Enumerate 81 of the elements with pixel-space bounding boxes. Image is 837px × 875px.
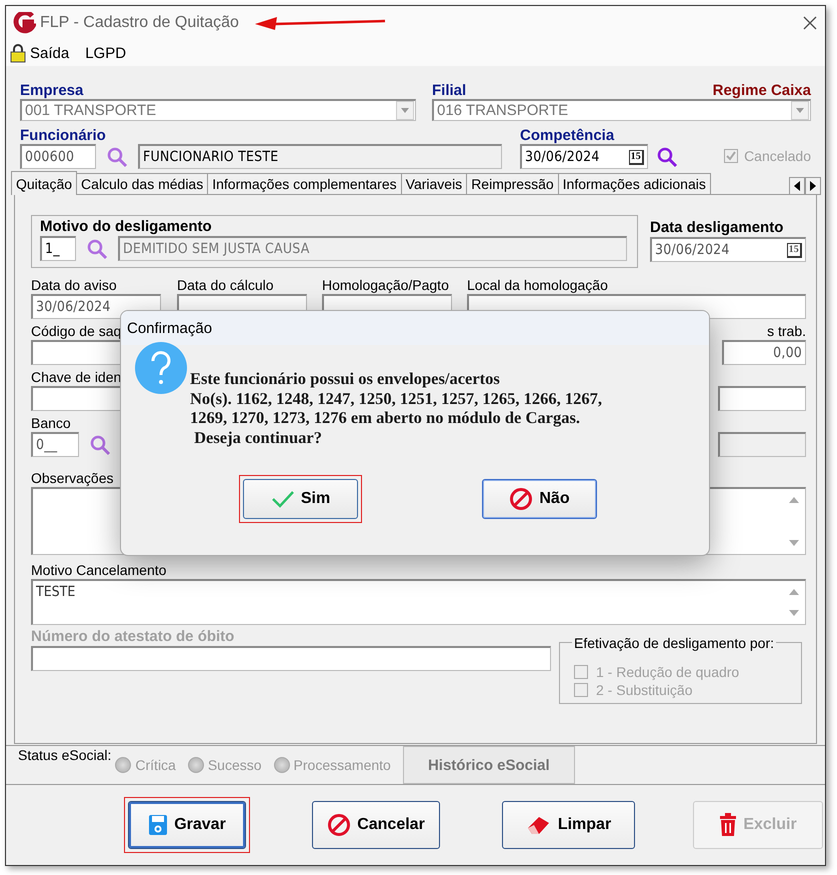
reason-code-field[interactable]: 1_ <box>40 236 76 261</box>
history-button[interactable]: Histórico eSocial <box>402 746 575 784</box>
date-field[interactable]: 30/06/2024 15 <box>650 237 806 262</box>
field-label: Funcionário <box>20 127 107 144</box>
field-label: Data do cálculo <box>177 276 274 294</box>
scroll-down-icon[interactable] <box>788 539 800 547</box>
field-label: Homologação/Pagto <box>322 276 449 294</box>
search-icon[interactable] <box>106 146 128 168</box>
padlock-icon <box>10 43 26 63</box>
caret-icon[interactable] <box>795 108 805 114</box>
field-label: Observações <box>31 469 114 487</box>
clear-button[interactable]: Limpar <box>502 801 635 849</box>
message-text: No(s). 1162, 1248, 1247, 1250, 1251, 1257, 1265, 1266, 1267, <box>190 388 602 408</box>
employee-code-field[interactable]: 000600 <box>20 144 96 169</box>
checkmark-icon <box>270 489 295 509</box>
trash-icon <box>719 813 738 837</box>
radio-label: Crítica <box>135 757 176 773</box>
arrow-right-icon[interactable] <box>810 181 816 191</box>
search-icon[interactable] <box>86 238 108 260</box>
radio-button[interactable] <box>115 757 132 773</box>
field-label: Motivo do desligamento <box>40 218 212 235</box>
radio-label: Processamento <box>294 757 391 773</box>
message-text: Deseja continuar? <box>193 428 323 447</box>
field-label: s trab. <box>767 322 806 340</box>
field-label: Data do aviso <box>31 276 117 294</box>
close-icon[interactable] <box>803 16 817 30</box>
amount-field[interactable]: 0,00 <box>722 340 806 365</box>
menu-item[interactable]: Saída <box>10 43 70 63</box>
text-field[interactable] <box>718 386 806 411</box>
date-field[interactable]: 30/06/2024 <box>31 294 161 319</box>
field-label: Empresa <box>20 82 84 99</box>
save-button[interactable]: Gravar <box>128 801 246 849</box>
dialog-title: Confirmação <box>127 320 212 336</box>
regime-label: Regime Caixa <box>712 82 811 99</box>
field-label: Chave de iden <box>31 368 122 386</box>
scroll-down-icon[interactable] <box>788 609 800 617</box>
checkbox-label: 2 - Substituição <box>596 681 692 699</box>
checkbox-label: 1 - Redução de quadro <box>596 663 740 681</box>
bank-code-field[interactable]: 0__ <box>31 432 79 457</box>
tab[interactable]: Informações complementares <box>207 173 402 195</box>
search-icon[interactable] <box>89 434 111 456</box>
cancel-button[interactable]: Cancelar <box>312 801 440 849</box>
company-select[interactable]: 001 TRANSPORTE <box>20 99 416 121</box>
status-label: Status eSocial: <box>18 746 112 764</box>
calendar-icon[interactable]: 15 <box>628 150 644 164</box>
window-title: FLP - Cadastro de Quitação <box>40 14 239 32</box>
tab[interactable]: Informações adicionais <box>558 173 711 195</box>
field-label: Motivo Cancelamento <box>31 561 166 579</box>
date-field[interactable]: 30/06/2024 15 <box>520 144 648 169</box>
yes-button[interactable]: Sim <box>243 479 358 519</box>
radio-button[interactable] <box>274 757 290 773</box>
field-label: Número do atestato de óbito <box>31 628 234 646</box>
eraser-icon <box>526 814 552 836</box>
field-label: Data desligamento <box>650 219 784 237</box>
reason-field: DEMITIDO SEM JUSTA CAUSA <box>118 236 627 261</box>
prohibited-icon <box>327 813 352 837</box>
scroll-up-icon[interactable] <box>788 588 800 596</box>
field-label: Banco <box>31 414 71 432</box>
menu-item[interactable]: LGPD <box>85 44 126 62</box>
message-text: 1269, 1270, 1273, 1276 em aberto no módulo de Cargas. <box>190 408 582 428</box>
question-icon <box>134 341 188 395</box>
tab[interactable]: Quitação <box>11 171 78 195</box>
radio-label: Sucesso <box>208 757 262 773</box>
no-button[interactable]: Não <box>482 479 597 519</box>
checkbox-label: Cancelado <box>744 147 811 165</box>
field-label: Competência <box>520 127 616 144</box>
calendar-icon[interactable]: 15 <box>786 242 802 258</box>
prohibited-icon <box>509 487 534 511</box>
field-label: Local da homologação <box>467 276 608 294</box>
message-text: Este funcionário possui os envelopes/acertos <box>190 369 501 388</box>
tab[interactable]: Reimpressão <box>466 173 559 195</box>
radio-button[interactable] <box>188 757 204 773</box>
cancel-reason-field[interactable]: TESTE <box>31 579 806 625</box>
field-label: Filial <box>432 82 466 99</box>
arrow-left-icon[interactable] <box>794 181 800 191</box>
logo-icon <box>12 12 36 34</box>
caret-icon[interactable] <box>400 108 410 114</box>
search-icon[interactable] <box>656 146 678 168</box>
branch-select[interactable]: 016 TRANSPORTE <box>432 99 811 121</box>
scroll-up-icon[interactable] <box>788 496 800 504</box>
employee-name-field: FUNCIONARIO TESTE <box>138 144 502 169</box>
